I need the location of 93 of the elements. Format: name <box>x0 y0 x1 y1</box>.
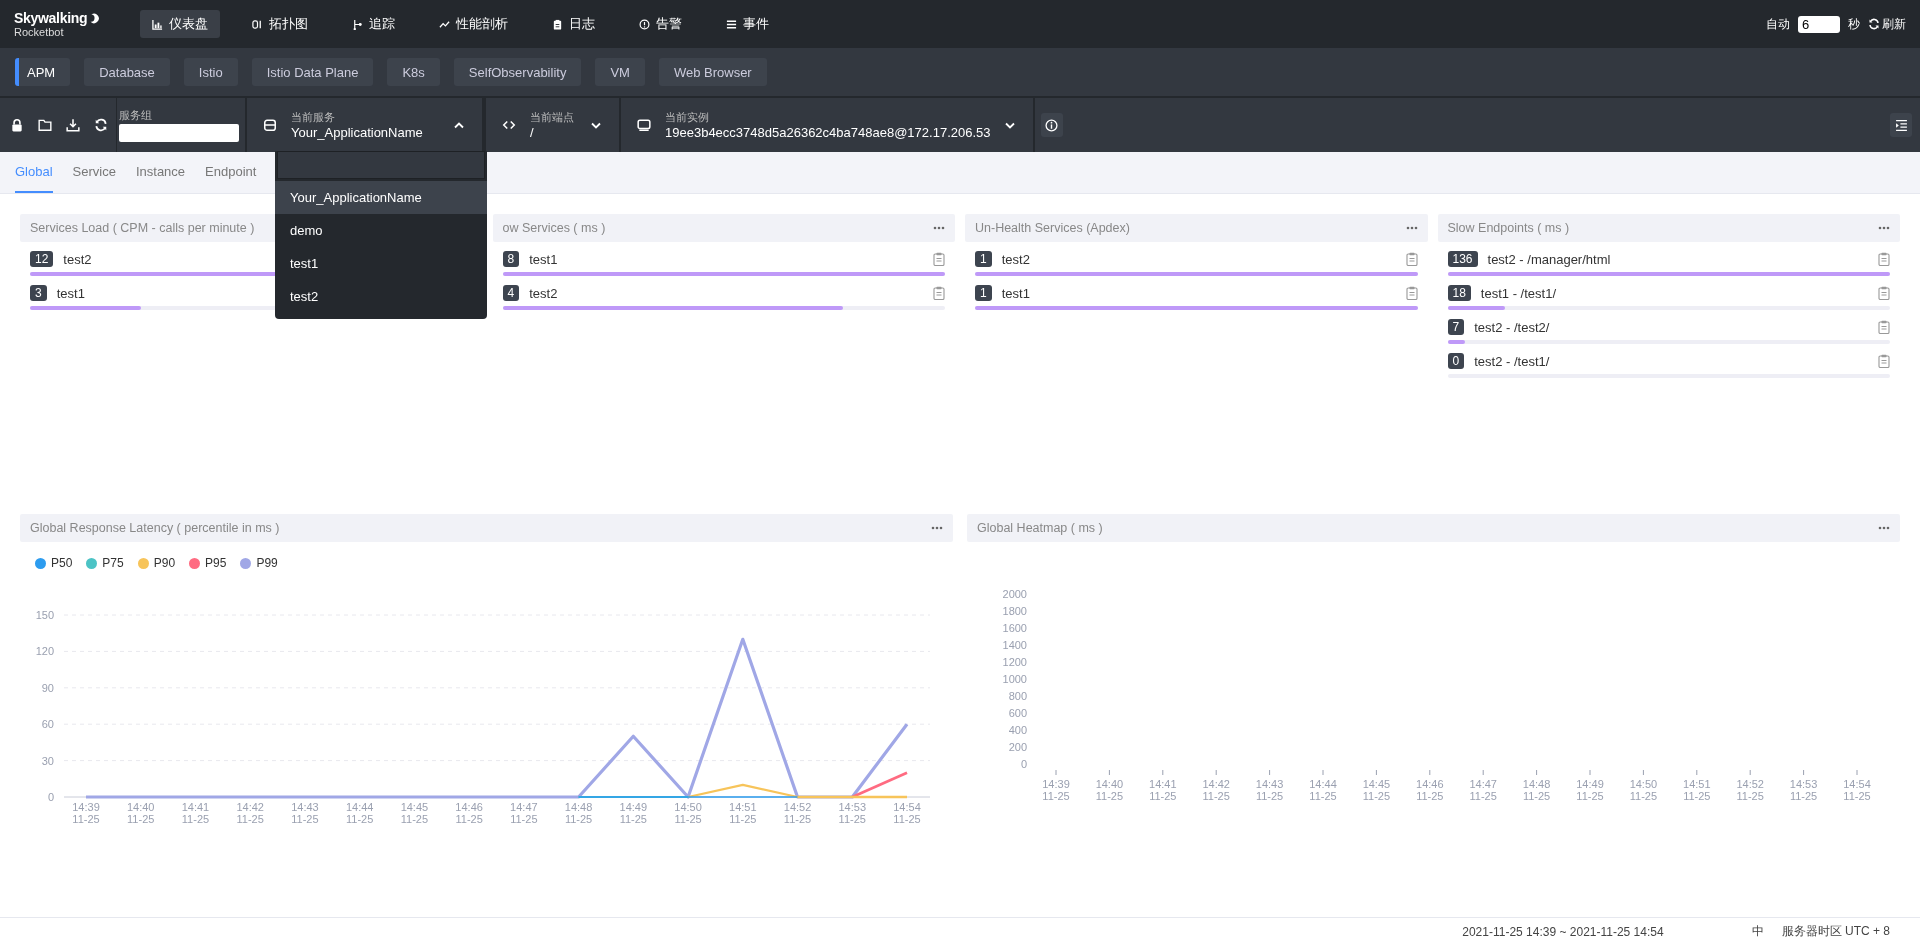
panel-title: Slow Endpoints ( ms ) <box>1447 221 1570 235</box>
x-tick-label: 14:52 11-25 <box>783 801 812 825</box>
selector-label: 当前实例 <box>665 110 710 125</box>
value-badge: 8 <box>502 251 520 267</box>
timezone-label: 服务器时区 UTC + 8 <box>1781 923 1890 940</box>
item-name: test1 <box>56 285 85 301</box>
item-name: test2 <box>63 251 92 267</box>
x-tick-label: 14:51 11-25 <box>1683 778 1711 802</box>
y-tick-label: 600 <box>1008 707 1027 719</box>
y-tick-label: 200 <box>1008 741 1027 753</box>
item-name: test2 - /test2/ <box>1474 319 1550 335</box>
x-tick-label: 14:49 11-25 <box>619 801 648 825</box>
item-name: test2 - /manager/html <box>1487 251 1611 267</box>
x-tick-label: 14:47 11-25 <box>510 801 538 825</box>
y-tick-label: 2000 <box>1002 588 1027 600</box>
y-tick-label: 30 <box>41 754 54 767</box>
y-tick-label: 60 <box>41 718 54 731</box>
x-tick-label: 14:44 11-25 <box>345 801 374 825</box>
value-badge: 1 <box>975 285 992 301</box>
x-tick-label: 14:54 11-25 <box>1843 778 1871 802</box>
x-tick-label: 14:45 11-25 <box>1362 778 1391 802</box>
x-tick-label: 14:48 11-25 <box>564 801 593 825</box>
x-tick-label: 14:43 11-25 <box>1255 778 1284 802</box>
x-tick-label: 14:42 11-25 <box>236 801 264 825</box>
x-tick-label: 14:50 11-25 <box>674 801 702 825</box>
selector-label: 当前端点 <box>530 110 575 125</box>
x-tick-label: 14:39 11-25 <box>72 801 100 825</box>
language-label: 中 <box>1751 923 1764 940</box>
selector-value: / <box>530 125 535 140</box>
y-tick-label: 90 <box>41 681 54 694</box>
legend-label: P75 <box>102 556 124 570</box>
x-tick-label: 14:44 11-25 <box>1309 778 1337 802</box>
y-tick-label: 1200 <box>1002 656 1027 668</box>
x-tick-label: 14:50 11-25 <box>1629 778 1658 802</box>
y-tick-label: 1000 <box>1002 673 1027 685</box>
legend-label: P90 <box>153 556 176 570</box>
y-tick-label: 120 <box>35 645 54 658</box>
panel-title: Un-Health Services (Apdex) <box>975 221 1130 235</box>
legend-label: P99 <box>256 556 278 570</box>
value-badge: 4 <box>502 285 520 301</box>
y-tick-label: 400 <box>1008 724 1027 736</box>
panel-title: Global Response Latency ( percentile in ms ) <box>30 521 280 535</box>
x-tick-label: 14:52 11-25 <box>1736 778 1764 802</box>
y-tick-label: 1600 <box>1002 622 1027 634</box>
x-tick-label: 14:46 11-25 <box>1416 778 1444 802</box>
selector-label: 当前服务 <box>291 110 336 125</box>
value-badge: 12 <box>30 251 54 267</box>
group-label: 服务组 <box>119 108 153 123</box>
y-tick-label: 150 <box>35 609 54 621</box>
item-name: test2 <box>529 285 558 301</box>
x-tick-label: 14:41 11-25 <box>181 801 210 825</box>
value-badge: 18 <box>1447 285 1471 301</box>
panel-title: Global Heatmap ( ms ) <box>977 521 1103 535</box>
value-badge: 136 <box>1447 251 1478 267</box>
unit-label: 秒 <box>1848 15 1860 33</box>
panel-title: ow Services ( ms ) <box>502 221 606 235</box>
value-badge: 7 <box>1447 319 1465 335</box>
x-tick-label: 14:54 11-25 <box>893 801 921 825</box>
x-tick-label: 14:46 11-25 <box>455 801 483 825</box>
value-badge: 3 <box>30 285 47 301</box>
selector-value: Your_ApplicationName <box>291 125 424 140</box>
x-tick-label: 14:41 11-25 <box>1149 778 1177 802</box>
x-tick-label: 14:51 11-25 <box>729 801 757 825</box>
y-tick-label: 0 <box>47 791 54 803</box>
x-tick-label: 14:43 11-25 <box>291 801 319 825</box>
x-tick-label: 14:48 11-25 <box>1522 778 1551 802</box>
legend-label: P95 <box>205 556 227 570</box>
x-tick-label: 14:42 11-25 <box>1202 778 1230 802</box>
legend-label: P50 <box>51 556 73 570</box>
item-name: test1 <box>529 251 558 267</box>
x-tick-label: 14:40 11-25 <box>1095 778 1124 802</box>
item-name: test1 <box>1001 285 1030 301</box>
y-tick-label: 1400 <box>1002 639 1027 651</box>
selector-value: 19ee3b4ecc3748d5a26362c4ba748ae8@172.17.206.53 <box>665 125 991 140</box>
panel-title: Services Load ( CPM - calls per minute ) <box>30 221 255 235</box>
value-badge: 0 <box>1447 353 1465 369</box>
auto-label: 自动 <box>1766 15 1790 33</box>
x-tick-label: 14:53 11-25 <box>838 801 867 825</box>
x-tick-label: 14:39 11-25 <box>1042 778 1070 802</box>
value-badge: 1 <box>975 251 992 267</box>
y-tick-label: 800 <box>1008 690 1027 702</box>
x-tick-label: 14:40 11-25 <box>126 801 155 825</box>
y-tick-label: 0 <box>1020 758 1027 770</box>
y-tick-label: 1800 <box>1002 605 1027 617</box>
item-name: test2 - /test1/ <box>1474 353 1550 369</box>
x-tick-label: 14:53 11-25 <box>1789 778 1818 802</box>
x-tick-label: 14:47 11-25 <box>1469 778 1497 802</box>
logo-title: Skywalking <box>14 10 88 26</box>
logo-subtitle: Rocketbot <box>14 26 65 38</box>
item-name: test2 <box>1001 251 1030 267</box>
item-name: test1 - /test1/ <box>1480 285 1556 301</box>
x-tick-label: 14:49 11-25 <box>1576 778 1604 802</box>
x-tick-label: 14:45 11-25 <box>400 801 429 825</box>
